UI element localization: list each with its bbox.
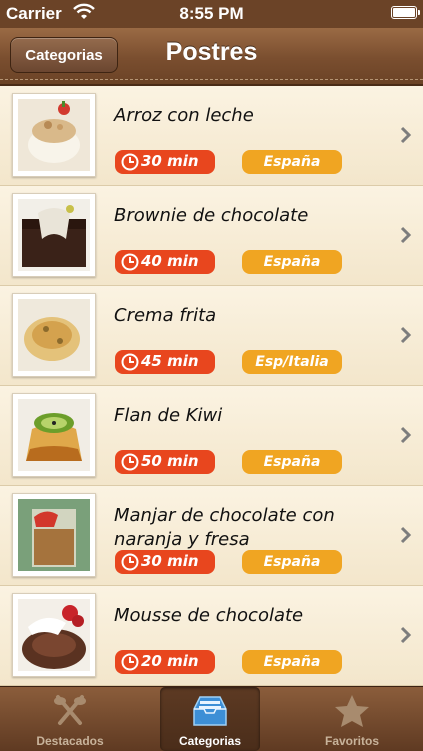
back-button[interactable]: Categorias (10, 37, 118, 73)
country-badge: España (242, 450, 342, 474)
tab-bar: Destacados Categorias Favoritos (0, 686, 423, 751)
recipe-thumbnail (12, 293, 96, 377)
recipe-title: Brownie de chocolate (114, 205, 309, 226)
country-badge: España (242, 150, 342, 174)
recipe-row[interactable]: Flan de Kiwi 50 min España (0, 386, 423, 486)
chevron-right-icon (400, 326, 412, 344)
time-badge: 20 min (115, 650, 215, 674)
clock-icon (121, 453, 139, 471)
country-badge: España (242, 250, 342, 274)
tab-categorias[interactable]: Categorias (160, 687, 260, 751)
time-badge: 30 min (115, 550, 215, 574)
prep-time: 20 min (141, 652, 199, 670)
tab-destacados[interactable]: Destacados (20, 687, 120, 751)
tab-label: Favoritos (324, 734, 379, 748)
utensils-icon (54, 695, 86, 725)
recipe-row[interactable]: Manjar de chocolate con naranja y fresa … (0, 486, 423, 586)
recipe-thumbnail (12, 93, 96, 177)
recipe-title: Manjar de chocolate con naranja y fresa (114, 505, 335, 550)
clock-icon (121, 653, 139, 671)
tab-label: Destacados (36, 734, 104, 748)
time-badge: 50 min (115, 450, 215, 474)
recipe-title: Arroz con leche (114, 105, 254, 126)
prep-time: 30 min (141, 152, 199, 170)
recipe-title: Flan de Kiwi (114, 405, 223, 426)
chevron-right-icon (400, 626, 412, 644)
status-bar: Carrier 8:55 PM (0, 0, 423, 28)
country-badge: España (242, 550, 342, 574)
chevron-right-icon (400, 426, 412, 444)
time-badge: 40 min (115, 250, 215, 274)
time-badge: 45 min (115, 350, 215, 374)
recipe-row[interactable]: Mousse de chocolate 20 min España (0, 586, 423, 686)
recipe-row[interactable]: Brownie de chocolate 40 min España (0, 186, 423, 286)
battery-icon (391, 6, 420, 19)
prep-time: 30 min (141, 552, 199, 570)
recipe-thumbnail (12, 193, 96, 277)
prep-time: 45 min (141, 352, 199, 370)
tab-label: Categorias (178, 734, 242, 748)
clock-icon (121, 253, 139, 271)
recipe-thumbnail (12, 393, 96, 477)
prep-time: 40 min (141, 252, 199, 270)
prep-time: 50 min (141, 452, 199, 470)
recipe-title: Crema frita (114, 305, 217, 326)
country-badge: España (242, 650, 342, 674)
clock-icon (121, 553, 139, 571)
recipe-title: Mousse de chocolate (114, 605, 304, 626)
country-badge: Esp/Italia (242, 350, 342, 374)
clock-icon (121, 353, 139, 371)
chevron-right-icon (400, 526, 412, 544)
time-badge: 30 min (115, 150, 215, 174)
recipe-thumbnail (12, 593, 96, 677)
star-icon (335, 695, 369, 727)
recipe-list[interactable]: Arroz con leche 30 min España Brownie de… (0, 86, 423, 686)
recipe-row[interactable]: Arroz con leche 30 min España (0, 86, 423, 186)
recipe-thumbnail (12, 493, 96, 577)
clock-icon (121, 153, 139, 171)
chevron-right-icon (400, 126, 412, 144)
tray-icon (193, 696, 227, 726)
clock-time: 8:55 PM (179, 4, 244, 23)
navigation-bar: Categorias Postres (0, 28, 423, 86)
recipe-row[interactable]: Crema frita 45 min Esp/Italia (0, 286, 423, 386)
tab-favoritos[interactable]: Favoritos (302, 687, 402, 751)
chevron-right-icon (400, 226, 412, 244)
